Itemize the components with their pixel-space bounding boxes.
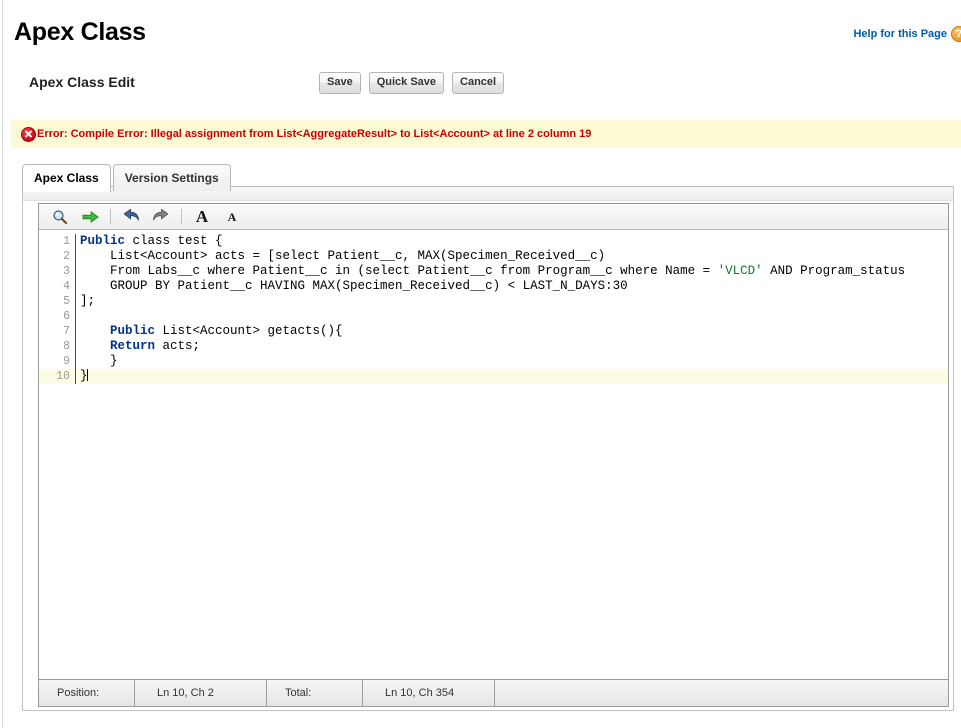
line-number: 5	[39, 294, 75, 309]
error-banner: Error: Compile Error: Illegal assignment…	[11, 120, 961, 148]
help-for-this-page[interactable]: Help for this Page ?	[853, 26, 959, 42]
tab-apex-class[interactable]: Apex Class	[22, 164, 111, 192]
total-value: Ln 10, Ch 354	[363, 680, 495, 706]
status-spacer	[495, 680, 595, 706]
line-number: 4	[39, 279, 75, 294]
code-line[interactable]: 2 List<Account> acts = [select Patient__…	[39, 249, 948, 264]
undo-arrow-icon[interactable]	[116, 205, 146, 229]
editor-panel: A A 1Public class test {2 List<Account> …	[22, 186, 954, 711]
decrease-font-size-icon[interactable]: A	[217, 205, 247, 229]
error-message: Error: Compile Error: Illegal assignment…	[37, 128, 591, 140]
code-line-text: List<Account> acts = [select Patient__c,…	[76, 249, 948, 264]
line-number: 3	[39, 264, 75, 279]
code-line[interactable]: 5];	[39, 294, 948, 309]
code-line-text	[76, 309, 948, 324]
line-number: 8	[39, 339, 75, 354]
toolbar-separator	[110, 209, 111, 224]
code-line[interactable]: 6	[39, 309, 948, 324]
help-link-label[interactable]: Help for this Page	[853, 28, 947, 40]
code-line-text: Return acts;	[76, 339, 948, 354]
code-line[interactable]: 4 GROUP BY Patient__c HAVING MAX(Specime…	[39, 279, 948, 294]
line-number: 6	[39, 309, 75, 324]
action-button-group: Save Quick Save Cancel	[319, 72, 504, 94]
page-left-border	[2, 0, 3, 728]
position-label: Position:	[39, 680, 135, 706]
error-x-icon	[21, 127, 36, 142]
line-number: 10	[39, 369, 75, 384]
code-line-text: Public class test {	[76, 234, 948, 249]
position-value: Ln 10, Ch 2	[135, 680, 267, 706]
code-line-text: GROUP BY Patient__c HAVING MAX(Specimen_…	[76, 279, 948, 294]
code-lines: 1Public class test {2 List<Account> acts…	[39, 231, 948, 384]
code-editor: A A 1Public class test {2 List<Account> …	[38, 203, 949, 707]
quick-save-button[interactable]: Quick Save	[369, 72, 444, 94]
code-line[interactable]: 3 From Labs__c where Patient__c in (sele…	[39, 264, 948, 279]
increase-font-size-icon[interactable]: A	[187, 205, 217, 229]
editor-status-bar: Position: Ln 10, Ch 2 Total: Ln 10, Ch 3…	[39, 679, 948, 706]
code-line[interactable]: 8 Return acts;	[39, 339, 948, 354]
code-scroll-area[interactable]: 1Public class test {2 List<Account> acts…	[39, 231, 948, 678]
section-title: Apex Class Edit	[29, 74, 135, 90]
code-line-text: ];	[76, 294, 948, 309]
line-number: 1	[39, 234, 75, 249]
line-number: 2	[39, 249, 75, 264]
page-title: Apex Class	[14, 18, 146, 47]
cancel-button[interactable]: Cancel	[452, 72, 504, 94]
line-number: 9	[39, 354, 75, 369]
total-label: Total:	[267, 680, 363, 706]
save-button[interactable]: Save	[319, 72, 361, 94]
code-line[interactable]: 1Public class test {	[39, 234, 948, 249]
search-icon[interactable]	[45, 205, 75, 229]
redo-arrow-icon[interactable]	[146, 205, 176, 229]
code-line[interactable]: 7 Public List<Account> getacts(){	[39, 324, 948, 339]
goto-line-arrow-icon[interactable]	[75, 205, 105, 229]
code-line-text: }	[76, 354, 948, 369]
section-header: Apex Class Edit Save Quick Save Cancel	[0, 66, 961, 104]
code-line[interactable]: 10}	[39, 369, 948, 384]
page-header: Apex Class Help for this Page ?	[0, 0, 961, 60]
tab-bar: Apex Class Version Settings	[22, 163, 233, 191]
tab-version-settings[interactable]: Version Settings	[113, 164, 231, 191]
code-line-text: Public List<Account> getacts(){	[76, 324, 948, 339]
code-line[interactable]: 9 }	[39, 354, 948, 369]
code-line-text: From Labs__c where Patient__c in (select…	[76, 264, 948, 279]
toolbar-separator	[181, 209, 182, 224]
editor-toolbar: A A	[39, 204, 948, 230]
help-question-icon[interactable]: ?	[951, 26, 961, 42]
line-number: 7	[39, 324, 75, 339]
code-line-text: }	[76, 369, 948, 384]
